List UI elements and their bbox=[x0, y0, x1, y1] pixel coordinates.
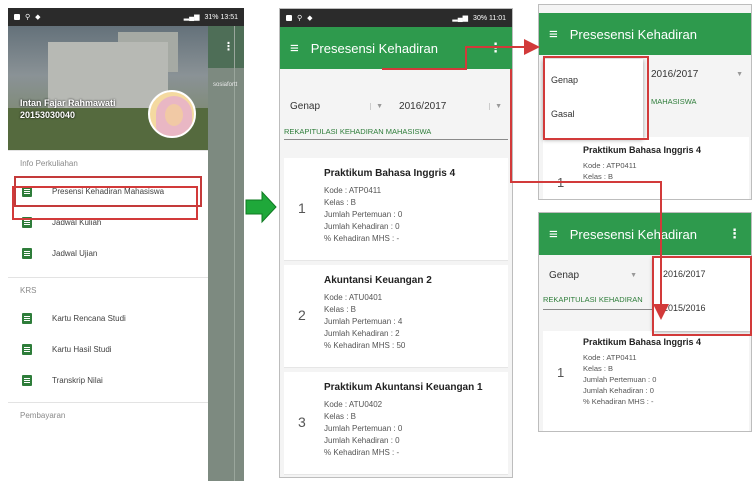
red-connector-arrows bbox=[382, 39, 669, 320]
